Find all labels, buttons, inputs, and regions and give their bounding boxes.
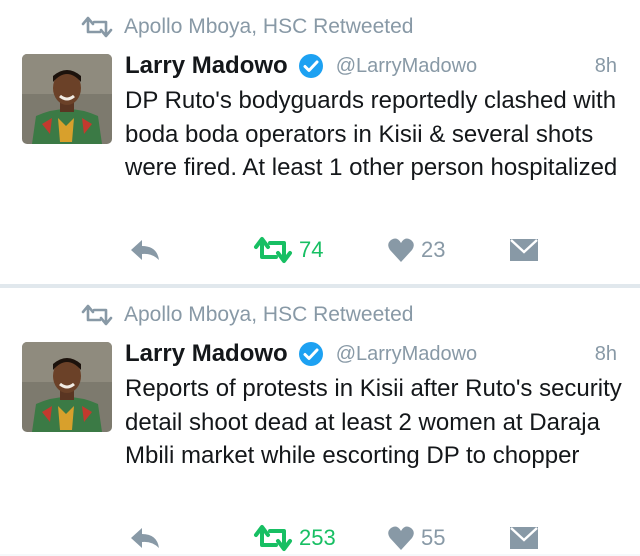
tweet-card[interactable]: Apollo Mboya, HSC Retweeted Larry Madowo… (0, 0, 640, 284)
heart-icon (388, 526, 414, 550)
retweet-count: 74 (299, 237, 324, 262)
direct-message-icon (510, 239, 538, 261)
direct-message-button[interactable] (508, 232, 540, 268)
reply-icon (131, 240, 159, 260)
retweet-icon (81, 304, 113, 326)
avatar[interactable] (22, 342, 112, 432)
tweet-header: Larry Madowo @LarryMadowo 8h (125, 48, 625, 84)
avatar-image (22, 342, 112, 432)
like-button[interactable]: 23 (387, 232, 445, 268)
tweet-timestamp[interactable]: 8h (595, 343, 617, 366)
avatar[interactable] (22, 54, 112, 144)
retweet-count: 253 (299, 525, 336, 550)
like-count: 55 (421, 525, 446, 550)
retweet-icon (254, 525, 292, 551)
tweet-timestamp[interactable]: 8h (595, 55, 617, 78)
tweet-actions: 74 23 (0, 232, 640, 268)
reply-button[interactable] (128, 520, 162, 556)
author-handle[interactable]: @LarryMadowo (336, 55, 477, 78)
retweet-context: Apollo Mboya, HSC Retweeted (80, 300, 413, 330)
author-name[interactable]: Larry Madowo (125, 52, 288, 80)
reply-button[interactable] (128, 232, 162, 268)
author-name[interactable]: Larry Madowo (125, 340, 288, 368)
tweet-header: Larry Madowo @LarryMadowo 8h (125, 336, 625, 372)
verified-badge-icon (298, 342, 323, 366)
retweeted-by-label: Apollo Mboya, HSC Retweeted (124, 15, 414, 38)
tweet-card[interactable]: Apollo Mboya, HSC Retweeted Larry Madowo… (0, 288, 640, 554)
tweet-actions: 253 55 (0, 520, 640, 556)
reply-icon (131, 528, 159, 548)
verified-badge-icon (298, 54, 323, 78)
tweet-text: DP Ruto's bodyguards reportedly clashed … (125, 87, 618, 181)
heart-icon (388, 238, 414, 262)
direct-message-icon (510, 527, 538, 549)
retweet-icon (81, 16, 113, 38)
retweet-button[interactable]: 74 (253, 232, 323, 268)
retweet-context: Apollo Mboya, HSC Retweeted (80, 12, 413, 42)
like-button[interactable]: 55 (387, 520, 445, 556)
direct-message-button[interactable] (508, 520, 540, 556)
avatar-image (22, 54, 112, 144)
tweet-text: Reports of protests in Kisii after Ruto'… (125, 375, 622, 469)
author-handle[interactable]: @LarryMadowo (336, 343, 477, 366)
retweet-icon (254, 237, 292, 263)
retweet-button[interactable]: 253 (253, 520, 336, 556)
like-count: 23 (421, 237, 446, 262)
retweeted-by-label: Apollo Mboya, HSC Retweeted (124, 303, 414, 326)
